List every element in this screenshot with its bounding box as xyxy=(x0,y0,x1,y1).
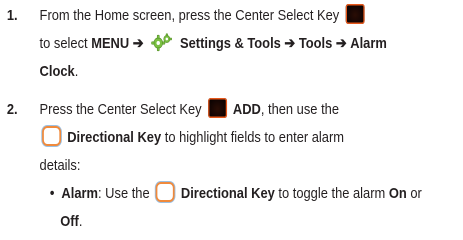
directional-key-icon xyxy=(155,182,175,202)
step-2-line1-cont: , then use the xyxy=(260,101,340,118)
step-number: 1. xyxy=(6,7,18,24)
period: . xyxy=(74,63,79,80)
on-label: On xyxy=(388,185,407,202)
step-number: 2. xyxy=(6,101,18,118)
center-select-key-icon xyxy=(207,98,227,118)
step-2-line1: Press the Center Select Key xyxy=(39,101,202,118)
bullet-alarm: • Alarm: Use the Directional Key to togg… xyxy=(0,180,422,236)
step-1: 1. From the Home screen, press the Cente… xyxy=(0,2,398,86)
tools-label: Tools xyxy=(298,35,333,52)
step-2-line2: to highlight fields to enter alarm xyxy=(164,129,345,146)
step-2-line3: details: xyxy=(39,157,81,174)
period: . xyxy=(78,213,83,230)
step-1-line2: to select xyxy=(39,35,88,52)
directional-key-icon xyxy=(42,126,62,146)
step-text: From the Home screen, press the Center S… xyxy=(40,2,463,86)
alarm-label: Alarm xyxy=(61,185,99,202)
alarm-clock-label-cont: Clock xyxy=(39,63,75,80)
directional-key-label: Directional Key xyxy=(67,129,162,146)
gear-settings-icon xyxy=(151,32,173,52)
directional-key-label: Directional Key xyxy=(180,185,275,202)
step-1-line1: From the Home screen, press the Center S… xyxy=(39,7,340,24)
bullet-text: • Alarm: Use the Directional Key to togg… xyxy=(50,180,463,236)
alarm-clock-label: Alarm xyxy=(350,35,387,52)
bullet-text-a: : Use the xyxy=(98,185,150,202)
arrow-icon: ➔ xyxy=(284,35,296,52)
step-2: 2. Press the Center Select Key ADD, then… xyxy=(0,96,398,180)
bullet-marker: • xyxy=(49,185,55,202)
off-label: Off xyxy=(60,213,79,230)
center-select-key-icon xyxy=(345,4,365,24)
step-text: Press the Center Select Key ADD, then us… xyxy=(40,96,463,180)
add-label: ADD xyxy=(232,101,261,118)
bullet-text-b: to toggle the alarm xyxy=(278,185,386,202)
or-label: or xyxy=(410,185,422,202)
menu-label: MENU xyxy=(91,35,130,52)
settings-label: Settings & Tools xyxy=(180,35,281,52)
manual-page: 1. From the Home screen, press the Cente… xyxy=(0,0,463,240)
arrow-icon: ➔ xyxy=(335,35,347,52)
arrow-icon: ➔ xyxy=(132,35,144,52)
